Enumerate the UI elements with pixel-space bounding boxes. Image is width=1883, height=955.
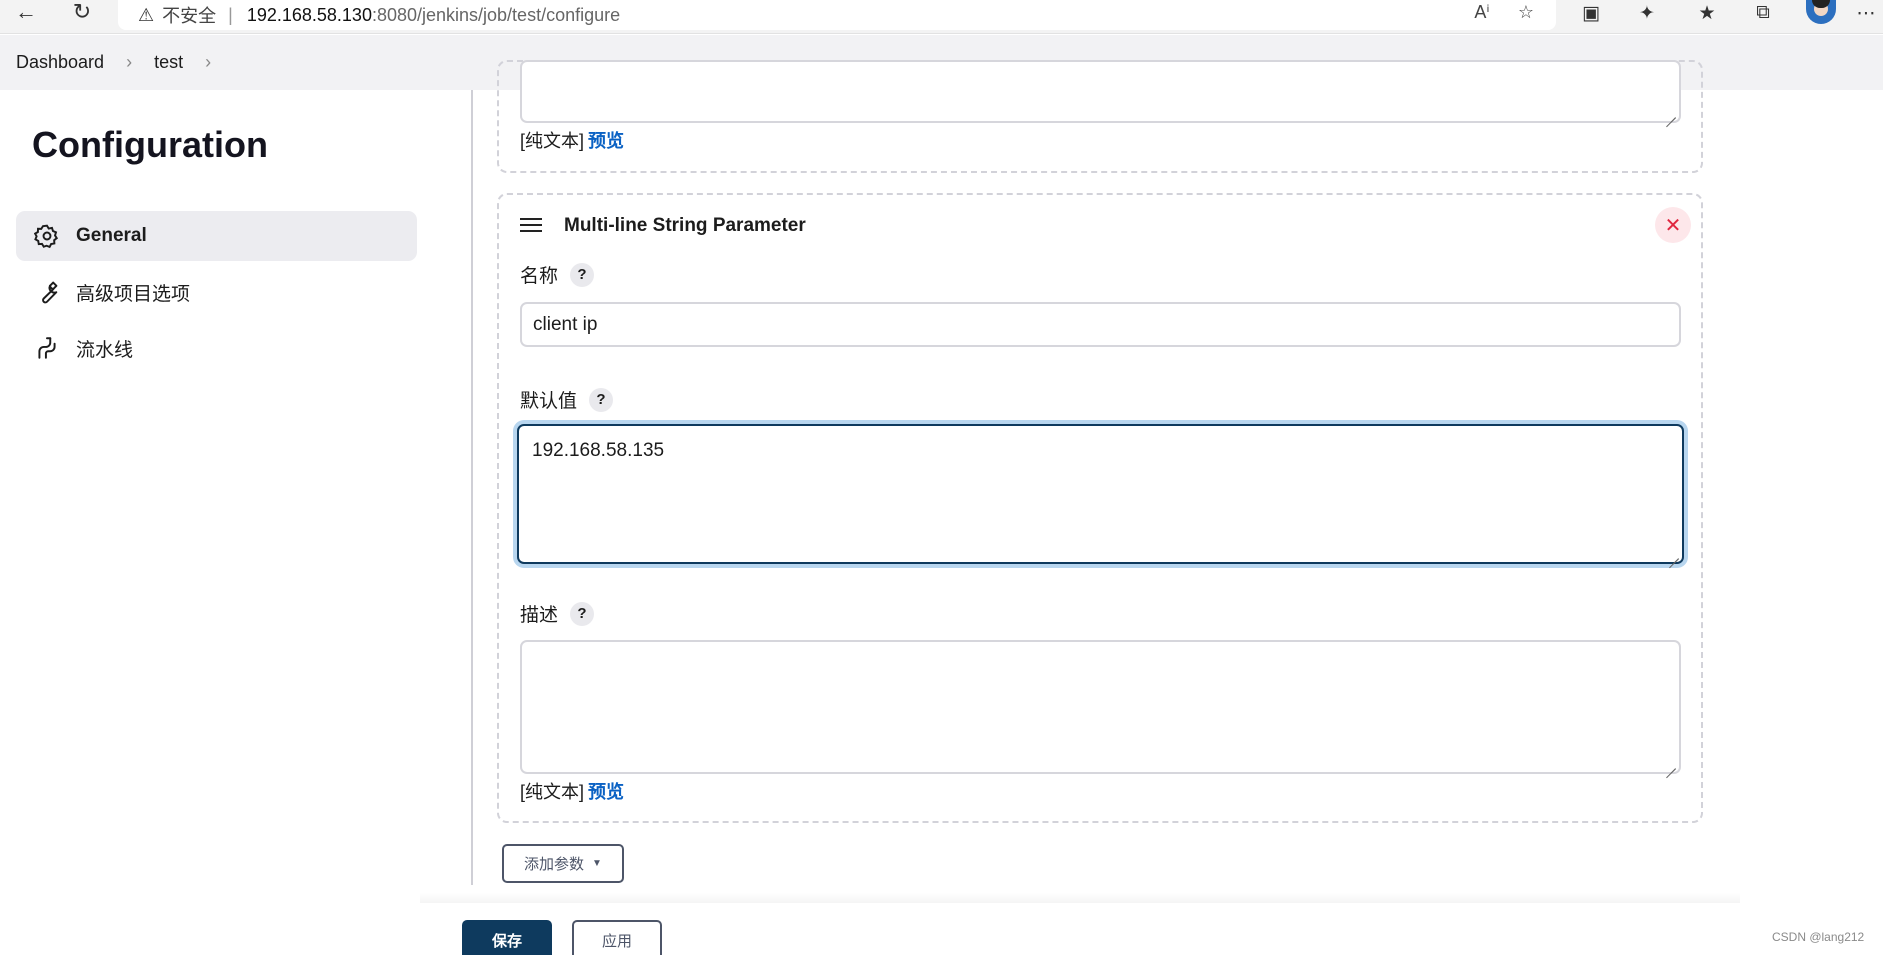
sidebar-item-label: General — [76, 225, 147, 246]
plain-text-label: [纯文本] — [520, 131, 585, 151]
pipeline-icon — [32, 333, 62, 363]
apply-button[interactable]: 应用 — [572, 920, 662, 955]
plain-text-label: [纯文本] — [520, 782, 585, 802]
default-label: 默认值 — [520, 391, 578, 412]
url-path: :8080/jenkins/job/test/configure — [371, 4, 621, 25]
description-label: 描述 — [520, 605, 559, 626]
previous-description-textarea[interactable] — [520, 60, 1681, 123]
collections-icon[interactable]: ⧉ — [1748, 0, 1778, 26]
more-icon[interactable]: ⋯ — [1851, 0, 1881, 26]
profile-avatar[interactable] — [1806, 0, 1836, 24]
close-icon[interactable]: ✕ — [1655, 207, 1691, 243]
sidebar-item-label: 高级项目选项 — [76, 283, 191, 305]
description-field-label: 描述 ? — [520, 600, 595, 627]
refresh-icon[interactable]: ↻ — [68, 0, 96, 24]
default-value-textarea[interactable]: 192.168.58.135 — [517, 424, 1684, 564]
description-textarea[interactable] — [520, 640, 1681, 774]
previous-format-row: [纯文本] 预览 — [520, 127, 624, 153]
sidebar-item-label: 流水线 — [76, 339, 134, 361]
page-title: Configuration — [32, 124, 268, 165]
add-parameter-button[interactable]: 添加参数 ▼ — [502, 844, 624, 883]
parameter-title: Multi-line String Parameter — [564, 215, 806, 236]
name-input[interactable]: client ip — [520, 302, 1681, 347]
resize-handle-icon[interactable] — [1666, 759, 1676, 769]
sidebar-item-general[interactable]: General — [16, 211, 417, 261]
extensions-puzzle-icon[interactable]: ✦ — [1632, 0, 1662, 26]
help-icon[interactable]: ? — [570, 601, 595, 626]
save-button[interactable]: 保存 — [462, 920, 552, 955]
back-icon[interactable]: ← — [12, 0, 40, 24]
gear-icon — [32, 221, 62, 251]
description-format-row: [纯文本] 预览 — [520, 778, 624, 804]
preview-link[interactable]: 预览 — [588, 782, 624, 802]
preview-link[interactable]: 预览 — [588, 131, 624, 151]
chevron-right-icon[interactable]: › — [205, 52, 211, 73]
wrench-icon — [32, 277, 62, 307]
name-field-label: 名称 ? — [520, 261, 595, 288]
extension-app-icon[interactable]: ▣ — [1576, 0, 1606, 26]
chevron-right-icon[interactable]: › — [126, 52, 132, 73]
sidebar-item-advanced[interactable]: 高级项目选项 — [16, 267, 417, 317]
name-label: 名称 — [520, 266, 559, 287]
warning-icon: ⚠ — [138, 4, 155, 25]
read-aloud-icon[interactable]: Aⁱ — [1468, 0, 1496, 24]
sidebar-item-pipeline[interactable]: 流水线 — [16, 323, 417, 373]
help-icon[interactable]: ? — [589, 387, 614, 412]
address-bar[interactable]: ⚠ 不安全 | 192.168.58.130:8080/jenkins/job/… — [118, 0, 1556, 30]
favorites-icon[interactable]: ★ — [1692, 0, 1722, 26]
browser-toolbar: ← ↻ ⚠ 不安全 | 192.168.58.130:8080/jenkins/… — [0, 0, 1883, 34]
url-host: 192.168.58.130 — [246, 4, 372, 25]
help-icon[interactable]: ? — [570, 262, 595, 287]
watermark: CSDN @lang212 — [1772, 930, 1865, 944]
address-separator: | — [228, 4, 233, 25]
caret-down-icon: ▼ — [592, 858, 602, 869]
default-field-label: 默认值 ? — [520, 386, 614, 413]
default-value-text: 192.168.58.135 — [532, 440, 665, 461]
resize-handle-icon[interactable] — [1669, 549, 1679, 559]
breadcrumb-dashboard[interactable]: Dashboard — [16, 52, 104, 73]
add-favorite-icon[interactable]: ☆ — [1512, 0, 1540, 24]
add-parameter-label: 添加参数 — [524, 856, 585, 873]
sidebar-divider — [471, 90, 473, 885]
resize-handle-icon[interactable] — [1666, 108, 1676, 118]
drag-handle-icon[interactable] — [520, 218, 542, 234]
breadcrumb-test[interactable]: test — [154, 52, 183, 73]
security-label: 不安全 — [162, 6, 217, 26]
